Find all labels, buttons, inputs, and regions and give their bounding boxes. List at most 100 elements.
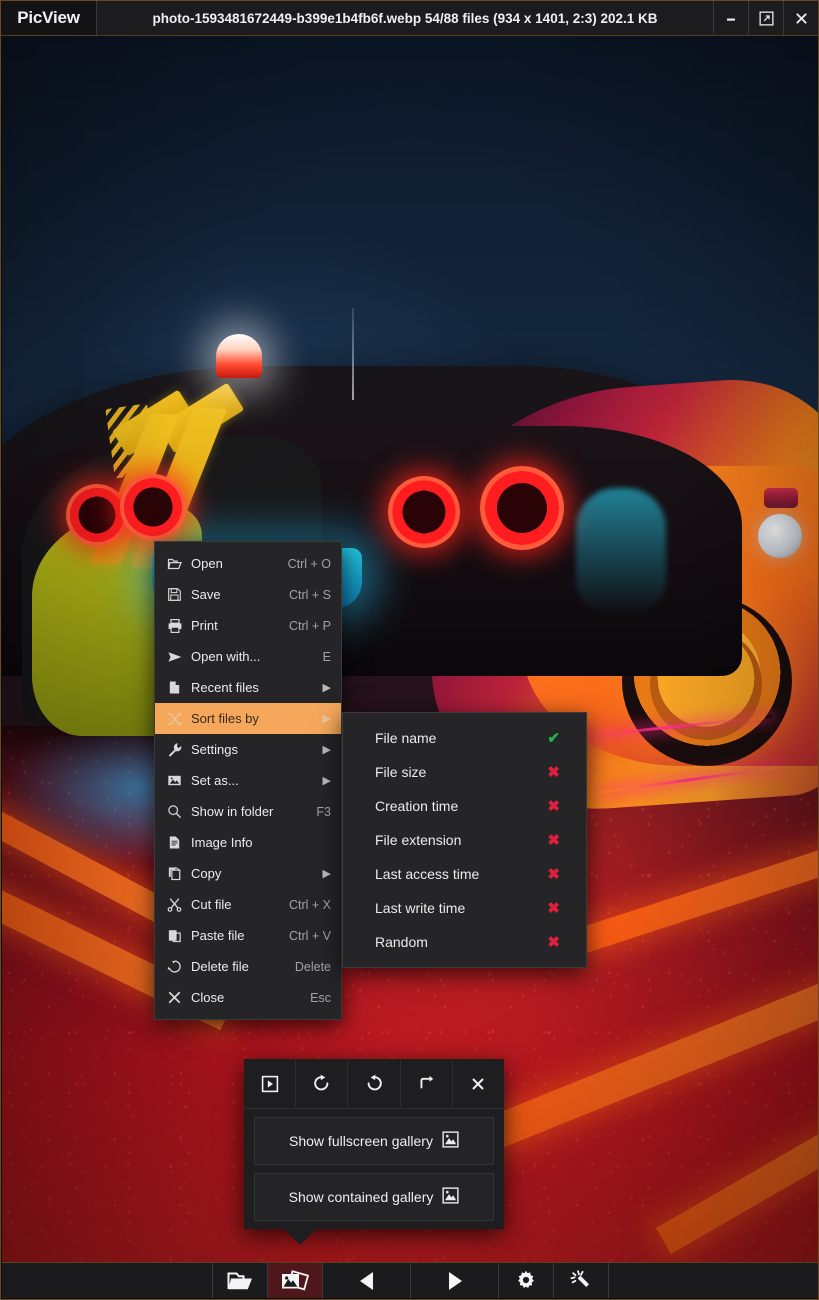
app-logo: PicView [1,1,97,35]
close-icon [795,12,807,24]
menu-item-cut-file[interactable]: Cut file Ctrl + X [155,889,341,920]
effects-button[interactable] [554,1263,609,1298]
close-gallery-popup-button[interactable] [453,1059,504,1108]
sort-option-label: Last access time [375,866,480,882]
sort-option-file-size[interactable]: File size ✖ [343,755,586,789]
tail-light [388,476,460,548]
sort-option-random[interactable]: Random ✖ [343,925,586,959]
menu-item-accel: Ctrl + S [288,587,331,602]
rotate-left-button[interactable] [348,1059,401,1108]
menu-item-show-in-folder[interactable]: Show in folder F3 [155,796,341,827]
menu-item-close[interactable]: Close Esc [155,982,341,1013]
chevron-right-icon: ▶ [322,744,331,756]
menu-item-open-with[interactable]: Open with... E [155,641,341,672]
chevron-right-icon: ▶ [322,775,331,787]
menu-item-accel: Ctrl + X [288,897,331,912]
menu-item-copy[interactable]: Copy ▶ [155,858,341,889]
rotate-right-icon [314,1074,329,1091]
slideshow-button[interactable] [244,1059,297,1108]
sort-files-by-submenu: File name ✔ File size ✖ Creation time ✖ … [342,712,587,968]
menu-item-label: Sort files by [191,711,259,726]
sort-option-label: File extension [375,832,462,848]
wrench-icon [167,742,191,758]
menu-item-label: Save [191,587,221,602]
menu-item-recent-files[interactable]: Recent files ▶ [155,672,341,703]
menu-item-set-as[interactable]: Set as... ▶ [155,765,341,796]
effects-icon [570,1269,589,1287]
open-folder-icon [227,1272,252,1289]
menu-item-print[interactable]: Print Ctrl + P [155,610,341,641]
gallery-popup-toolbar [244,1059,504,1109]
close-button[interactable] [783,1,818,35]
cross-icon: ✖ [547,832,560,849]
menu-item-accel: Ctrl + V [288,928,331,943]
printer-icon [167,618,191,634]
show-contained-gallery-label: Show contained gallery [288,1189,434,1205]
tail-light [120,474,186,540]
minimize-button[interactable] [713,1,748,35]
menu-item-label: Open [191,556,223,571]
flip-button[interactable] [401,1059,453,1108]
settings-icon [518,1270,534,1288]
minimize-icon [727,18,735,21]
settings-button[interactable] [499,1263,554,1298]
menu-item-accel: Ctrl + P [288,618,331,633]
menu-item-label: Settings [191,742,238,757]
cyan-reflection [576,488,666,618]
roof-beacon-light [216,334,262,378]
gallery-button[interactable] [268,1263,323,1298]
copy-icon [167,866,191,881]
menu-item-image-info[interactable]: Image Info [155,827,341,858]
image-icon [442,1131,459,1151]
check-icon: ✔ [547,730,560,747]
close-icon [167,990,191,1005]
menu-item-save[interactable]: Save Ctrl + S [155,579,341,610]
chevron-right-icon: ▶ [322,713,331,725]
file-icon [167,680,191,695]
menu-item-label: Close [191,990,225,1005]
next-button[interactable] [411,1263,499,1298]
menu-item-paste-file[interactable]: Paste file Ctrl + V [155,920,341,951]
restore-button[interactable] [748,1,783,35]
paste-icon [167,928,191,943]
flip-icon [420,1075,433,1089]
rotate-right-button[interactable] [296,1059,349,1108]
sort-option-last-access-time[interactable]: Last access time ✖ [343,857,586,891]
menu-item-label: Show in folder [191,804,274,819]
previous-button[interactable] [323,1263,411,1298]
close-icon [472,1077,485,1090]
folder-open-icon [167,556,191,572]
sort-option-label: File name [375,730,437,746]
save-icon [167,587,191,602]
cross-icon: ✖ [547,866,560,883]
menu-item-label: Delete file [191,959,249,974]
open-folder-button[interactable] [213,1263,268,1298]
menu-item-open[interactable]: Open Ctrl + O [155,548,341,579]
side-mirror [758,514,802,558]
menu-item-sort-files-by[interactable]: Sort files by ▶ [155,703,341,734]
menu-item-label: Cut file [191,897,232,912]
context-menu: Open Ctrl + O Save Ctrl + S Print Ctrl +… [154,541,342,1020]
show-contained-gallery-button[interactable]: Show contained gallery [254,1173,494,1221]
menu-item-settings[interactable]: Settings ▶ [155,734,341,765]
sort-option-creation-time[interactable]: Creation time ✖ [343,789,586,823]
search-icon [167,804,191,819]
menu-item-accel: E [322,649,331,664]
menu-item-delete-file[interactable]: Delete file Delete [155,951,341,982]
menu-item-accel: Ctrl + O [287,556,331,571]
title-bar: PicView photo-1593481672449-b399e1b4fb6f… [1,1,818,36]
toolbar-left-spacer [2,1263,213,1298]
show-fullscreen-gallery-button[interactable]: Show fullscreen gallery [254,1117,494,1165]
scissors-icon [167,897,191,912]
menu-item-label: Set as... [191,773,239,788]
bottom-toolbar [2,1262,818,1298]
sort-option-file-name[interactable]: File name ✔ [343,721,586,755]
sort-option-label: Creation time [375,798,459,814]
chevron-right-icon: ▶ [322,682,331,694]
document-icon [167,835,191,850]
menu-item-label: Paste file [191,928,245,943]
side-mirror-housing [764,488,798,508]
sort-option-last-write-time[interactable]: Last write time ✖ [343,891,586,925]
cross-icon: ✖ [547,798,560,815]
sort-option-file-extension[interactable]: File extension ✖ [343,823,586,857]
